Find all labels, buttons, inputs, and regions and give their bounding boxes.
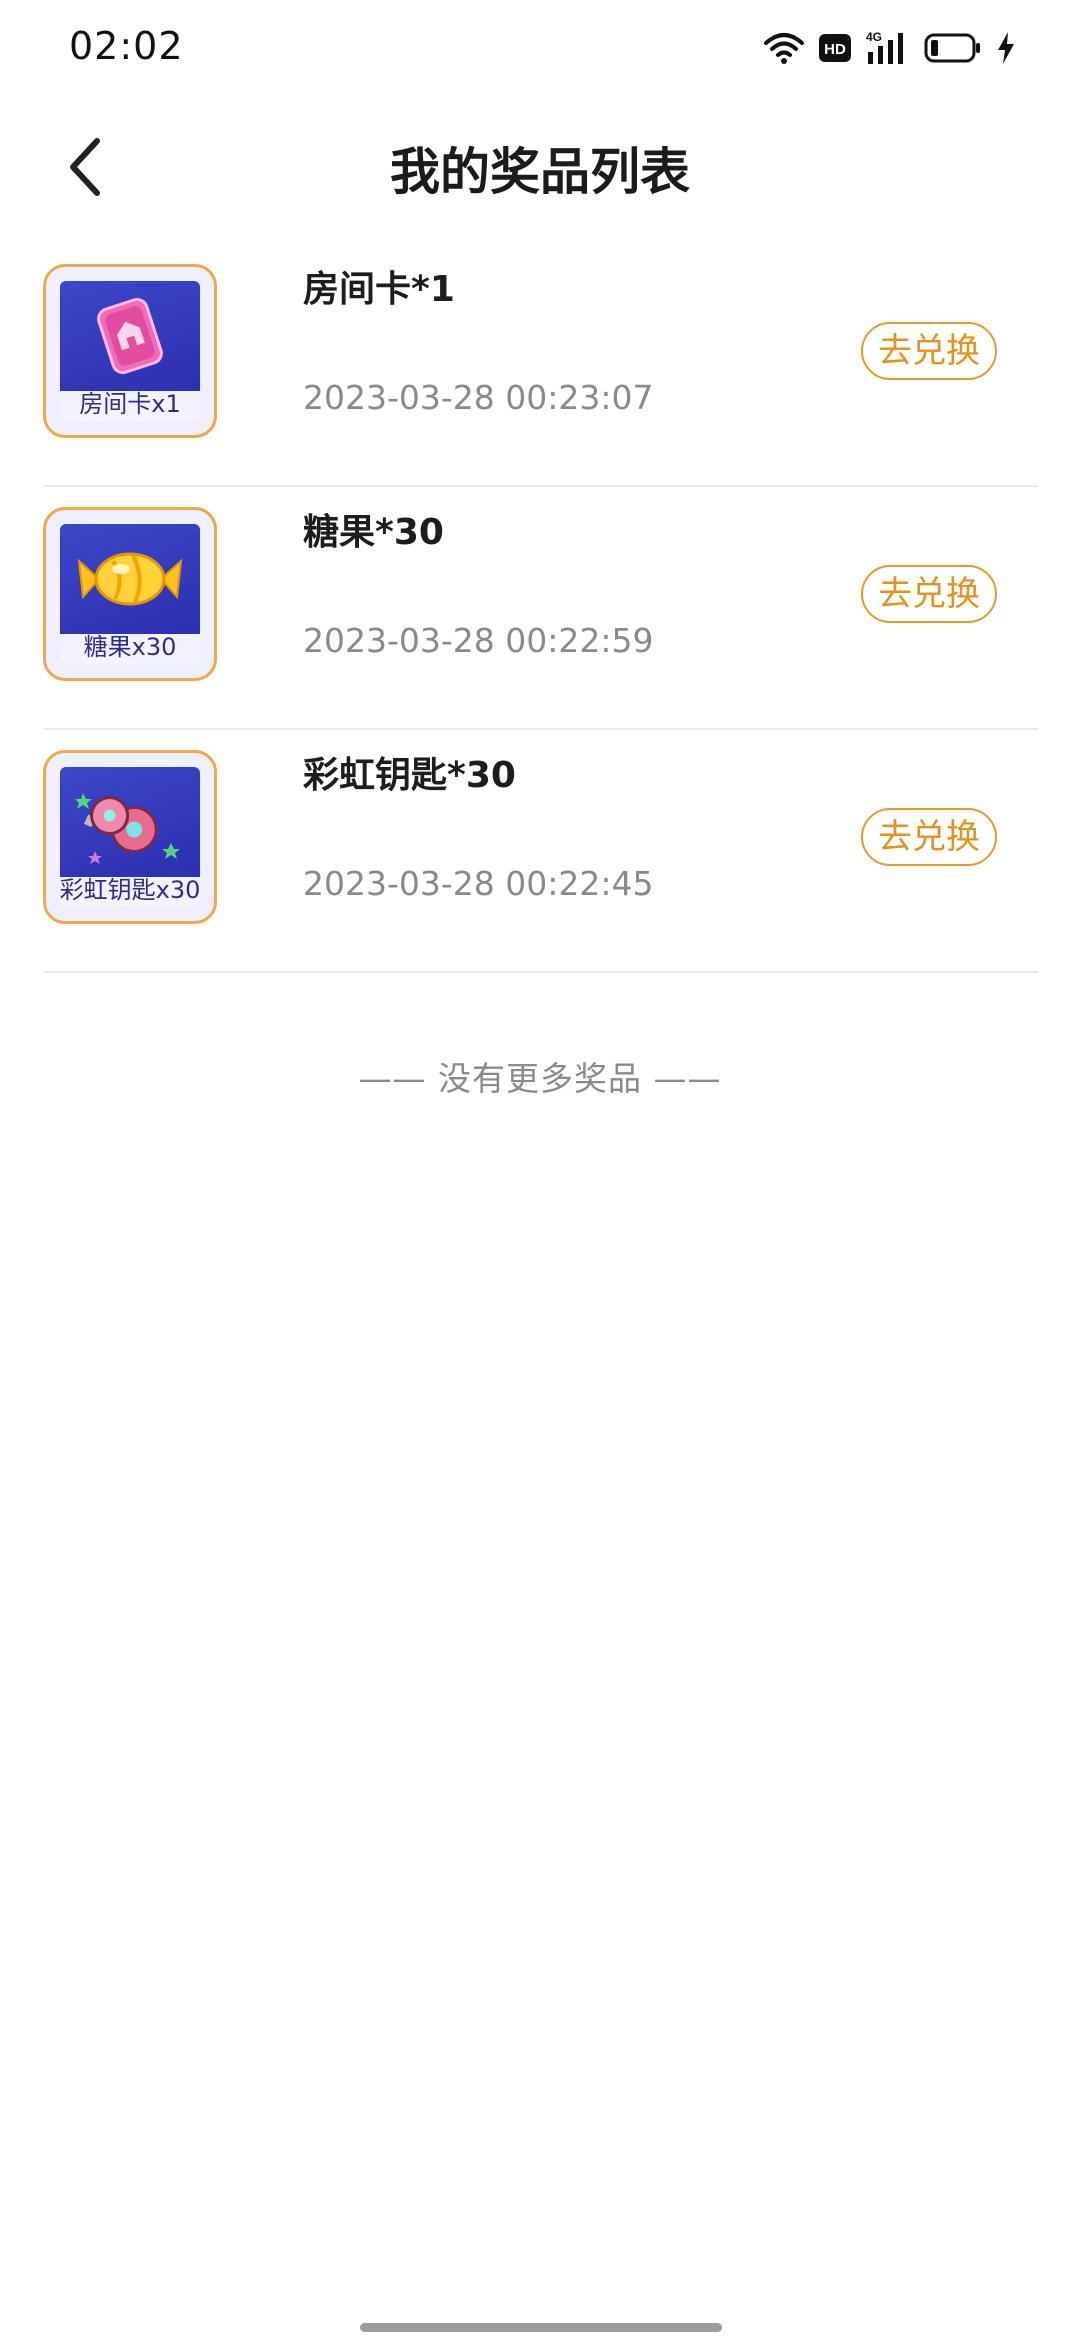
battery-icon: [924, 32, 982, 64]
network-label: 4G: [866, 30, 882, 44]
page-title: 我的奖品列表: [390, 143, 690, 201]
thumbnail-caption: 彩虹钥匙x30: [59, 876, 201, 904]
prize-list-screen: 02:02 HD 4G 我的奖品列表 房间卡x1 房间卡*1 2023-03-2…: [0, 0, 1080, 2340]
room-card-icon: [60, 281, 200, 391]
thumbnail-caption: 糖果x30: [83, 633, 177, 661]
prize-item: 糖果x30 糖果*30 2023-03-28 00:22:59 去兑换: [43, 487, 1038, 730]
prize-item: 彩虹钥匙x30 彩虹钥匙*30 2023-03-28 00:22:45 去兑换: [43, 730, 1038, 973]
redeem-button[interactable]: 去兑换: [861, 565, 997, 623]
prize-item: 房间卡x1 房间卡*1 2023-03-28 00:23:07 去兑换: [43, 244, 1038, 487]
status-icons: HD 4G: [764, 28, 1016, 68]
thumbnail-card: 糖果x30: [60, 524, 200, 664]
charging-icon: [996, 31, 1016, 65]
no-more-text: —— 没有更多奖品 ——: [358, 1059, 722, 1098]
status-time: 02:02: [69, 24, 184, 68]
prize-list: 房间卡x1 房间卡*1 2023-03-28 00:23:07 去兑换 糖果x3…: [43, 244, 1038, 973]
redeem-button[interactable]: 去兑换: [861, 322, 997, 380]
candy-icon: [60, 524, 200, 634]
prize-thumbnail: 彩虹钥匙x30: [43, 750, 217, 924]
prize-thumbnail: 糖果x30: [43, 507, 217, 681]
hd-icon: HD: [818, 33, 852, 63]
header: 我的奖品列表: [0, 110, 1080, 220]
thumbnail-card: 房间卡x1: [60, 281, 200, 421]
signal-4g-icon: 4G: [866, 30, 910, 66]
home-indicator[interactable]: [360, 2323, 722, 2332]
prize-time: 2023-03-28 00:22:59: [303, 621, 654, 660]
prize-time: 2023-03-28 00:23:07: [303, 378, 654, 417]
prize-name: 房间卡*1: [303, 269, 455, 310]
prize-thumbnail: 房间卡x1: [43, 264, 217, 438]
rainbow-key-icon: [60, 767, 200, 877]
status-bar: 02:02 HD 4G: [0, 0, 1080, 96]
redeem-button[interactable]: 去兑换: [861, 808, 997, 866]
thumbnail-card: 彩虹钥匙x30: [60, 767, 200, 907]
thumbnail-caption: 房间卡x1: [79, 390, 181, 418]
prize-name: 彩虹钥匙*30: [303, 755, 516, 796]
hd-label: HD: [824, 41, 846, 58]
prize-time: 2023-03-28 00:22:45: [303, 864, 654, 903]
wifi-icon: [764, 31, 804, 65]
prize-name: 糖果*30: [303, 512, 444, 553]
